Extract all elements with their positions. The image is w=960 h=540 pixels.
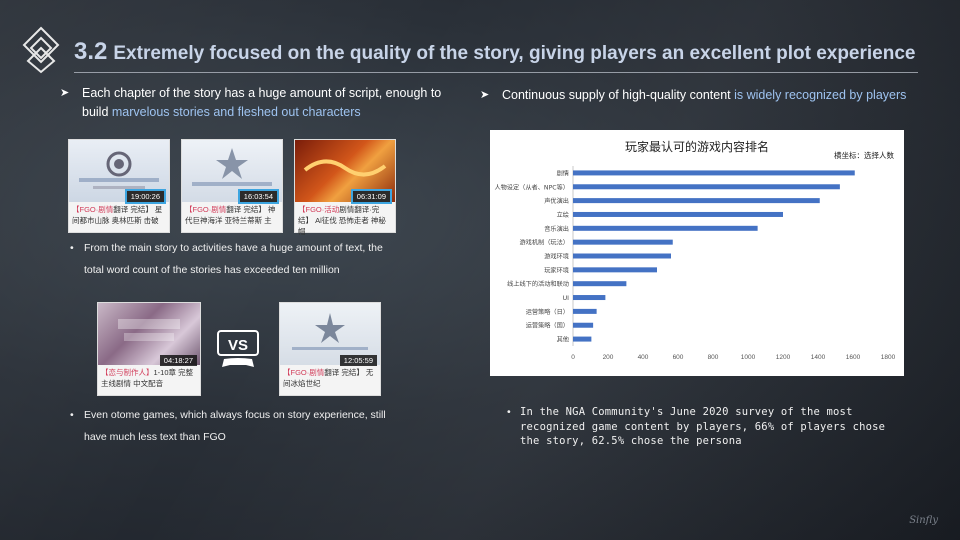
video-thumbnail-1[interactable]: 19:00:26 【FGO·剧情翻译 完结】 星间都市山脉 奥林匹斯 击破 bbox=[68, 139, 170, 233]
video-thumbnail-4[interactable]: 04:18:27 【恋与制作人】1-10章 完整主线剧情 中文配音 bbox=[97, 302, 201, 396]
chart-x-tick-label: 800 bbox=[708, 354, 719, 361]
arrow-bullet-icon: ➤ bbox=[480, 89, 490, 101]
chart-x-tick-label: 1800 bbox=[881, 354, 896, 361]
right-bullet: ➤ Continuous supply of high-quality cont… bbox=[480, 86, 942, 105]
video-caption: 【FGO·活动剧情翻译·完结】 Al征伐 恐怖走者 神秘帽 bbox=[298, 205, 386, 236]
arrow-bullet-icon: ➤ bbox=[60, 87, 70, 99]
slide-number: 3.2 bbox=[74, 38, 108, 65]
right-bullet-highlight: is widely recognized by players bbox=[734, 88, 907, 102]
slide-title: 3.2 Extremely focused on the quality of t… bbox=[74, 38, 915, 66]
chart-x-tick-label: 1400 bbox=[811, 354, 826, 361]
chart-category-label: 游戏机制（玩法） bbox=[520, 239, 570, 247]
bullet-dot-icon: • bbox=[507, 406, 511, 418]
video-duration: 04:18:27 bbox=[159, 355, 197, 366]
right-bullet-text: Continuous supply of high-quality conten… bbox=[502, 88, 735, 102]
chart-category-label: 立绘 bbox=[557, 211, 569, 219]
chart-bar bbox=[573, 211, 783, 217]
versus-icon: VS bbox=[217, 330, 259, 367]
chart-category-label: 其他 bbox=[557, 336, 569, 344]
ranking-chart: 玩家最认可的游戏内容排名 横坐标：选择人数 剧情 人物设定（从者、NPC等） 声优演… bbox=[490, 130, 904, 376]
slide-title-text: Extremely focused on the quality of the … bbox=[113, 43, 916, 64]
chart-category-label: UI bbox=[563, 295, 570, 302]
chart-bar bbox=[573, 336, 592, 342]
video-thumbnail-2[interactable]: 16:03:54 【FGO·剧情翻译 完结】 神代巨神海洋 亚特兰蒂斯 主 bbox=[181, 139, 283, 233]
video-thumbnail-5[interactable]: 12:05:59 【FGO·剧情翻译 完结】 无间冰焰世纪 bbox=[279, 302, 381, 396]
video-caption: 【恋与制作人】1-10章 完整主线剧情 中文配音 bbox=[101, 368, 194, 388]
chart-bar bbox=[573, 308, 597, 314]
chart-bar bbox=[573, 267, 657, 273]
vs-label: VS bbox=[228, 337, 248, 354]
chart-x-tick-label: 400 bbox=[638, 354, 649, 361]
chart-category-label: 人物设定（从者、NPC等） bbox=[494, 183, 569, 191]
chart-bar bbox=[573, 253, 671, 259]
title-divider bbox=[74, 72, 918, 73]
bullet-dot-icon: • bbox=[70, 409, 74, 421]
left-bullet: ➤ Each chapter of the story has a huge a… bbox=[60, 84, 442, 122]
left-bullet-highlight: marvelous stories and fleshed out charac… bbox=[111, 105, 361, 119]
chart-category-label: 运营策略（国） bbox=[526, 322, 569, 330]
chart-category-label: 游戏环境 bbox=[544, 253, 569, 261]
bullet-dot-icon: • bbox=[70, 242, 74, 254]
chart-category-label: 剧情 bbox=[557, 169, 569, 177]
left-sub-bullet-1: • From the main story to activities have… bbox=[70, 237, 404, 281]
video-duration: 16:03:54 bbox=[237, 189, 279, 204]
chart-bar bbox=[573, 295, 606, 301]
chart-x-tick-label: 600 bbox=[673, 354, 684, 361]
author-signature: Sinfly bbox=[909, 515, 938, 526]
chart-bar bbox=[573, 225, 758, 231]
chart-category-label: 音乐演出 bbox=[544, 225, 569, 233]
right-caption: • In the NGA Community's June 2020 surve… bbox=[507, 406, 886, 447]
chart-bar bbox=[573, 322, 594, 328]
video-caption: 【FGO·剧情翻译 完结】 无间冰焰世纪 bbox=[283, 368, 374, 388]
chart-x-tick-label: 1200 bbox=[776, 354, 791, 361]
video-duration: 12:05:59 bbox=[339, 355, 377, 366]
chart-x-tick-label: 1600 bbox=[846, 354, 861, 361]
video-duration: 06:31:09 bbox=[350, 189, 392, 204]
chart-plot: 剧情人物设定（从者、NPC等） 声优演出立绘音乐演出游戏机制（玩法） 游戏环境玩家环… bbox=[494, 166, 896, 361]
video-caption: 【FGO·剧情翻译 完结】 神代巨神海洋 亚特兰蒂斯 主 bbox=[185, 205, 276, 225]
chart-bar bbox=[573, 184, 840, 190]
video-duration: 19:00:26 bbox=[124, 189, 166, 204]
chart-category-label: 声优演出 bbox=[544, 197, 569, 205]
chart-category-label: 线上线下的活动和联动 bbox=[507, 280, 569, 288]
chart-bar bbox=[573, 198, 820, 204]
chart-bar bbox=[573, 170, 855, 176]
chart-x-tick-label: 1000 bbox=[741, 354, 756, 361]
chart-bar bbox=[573, 239, 673, 245]
chart-bar bbox=[573, 281, 627, 287]
video-thumbnail-3[interactable]: 06:31:09 【FGO·活动剧情翻译·完结】 Al征伐 恐怖走者 神秘帽 bbox=[294, 139, 396, 236]
left-sub-bullet-2: • Even otome games, which always focus o… bbox=[70, 404, 404, 448]
chart-x-tick-label: 200 bbox=[603, 354, 614, 361]
chart-x-tick-label: 0 bbox=[571, 354, 575, 361]
diamond-logo-icon bbox=[22, 26, 60, 74]
chart-category-label: 玩家环境 bbox=[544, 266, 569, 274]
chart-category-label: 运营策略（日） bbox=[526, 308, 569, 316]
video-caption: 【FGO·剧情翻译 完结】 星间都市山脉 奥林匹斯 击破 bbox=[72, 205, 163, 225]
